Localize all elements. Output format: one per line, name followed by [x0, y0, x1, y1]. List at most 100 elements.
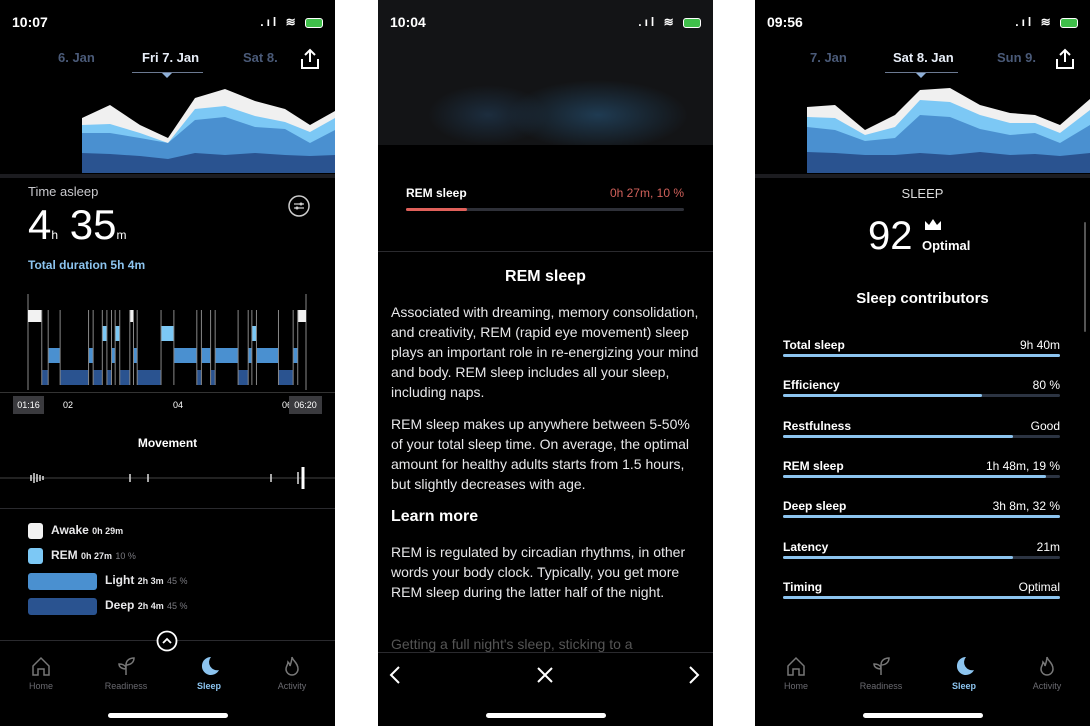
tab-current-day[interactable]: Sat 8. Jan [893, 50, 954, 65]
sleep-score-screen: 09:56 .ıl ≋ 7. Jan Sat 8. Jan Sun 9. SLE… [755, 0, 1090, 726]
info-title: REM sleep [505, 268, 586, 285]
hypnogram-segment-deep [93, 370, 103, 385]
contributor-deep-sleep[interactable]: Deep sleep 3h 8m, 32 % [783, 499, 1060, 519]
divider [0, 174, 335, 178]
hypnogram-segment-awake [28, 310, 42, 322]
collapse-chevron-up-icon[interactable] [156, 630, 178, 652]
divider [755, 174, 1090, 178]
battery-icon [1060, 17, 1078, 28]
flame-icon [1040, 656, 1054, 676]
tab-next-day[interactable]: Sun 9. [997, 50, 1036, 65]
nav-label: Home [28, 681, 53, 691]
share-icon[interactable] [1054, 48, 1076, 70]
minutes-unit: m [116, 228, 127, 242]
contributor-bar [783, 434, 1060, 438]
legend-duration: 2h 4m [137, 601, 164, 611]
nav-activity[interactable]: Activity [262, 655, 322, 691]
contributor-total-sleep[interactable]: Total sleep 9h 40m [783, 338, 1060, 357]
nav-label: Readiness [104, 681, 148, 691]
contributor-bar-fill [783, 394, 983, 398]
divider [378, 251, 713, 252]
nav-label: Activity [277, 681, 307, 691]
hypnogram-segment-light [293, 348, 298, 363]
contributor-bar [783, 394, 1060, 398]
hypnogram-segment-deep [137, 370, 162, 385]
hypnogram-segment-light [48, 348, 61, 363]
chevron-left-icon[interactable] [388, 665, 402, 685]
home-indicator [863, 713, 983, 718]
nav-readiness[interactable]: Readiness [96, 655, 156, 691]
contributor-restfulness[interactable]: Restfulness Good [783, 418, 1060, 438]
axis-tick-04: 04 [173, 400, 184, 410]
scrollbar[interactable] [1084, 222, 1086, 332]
contributor-efficiency[interactable]: Efficiency 80 % [783, 378, 1060, 398]
hypnogram-segment-deep [60, 370, 89, 385]
hypnogram-segment-rem [102, 326, 107, 341]
hypnogram-chart [27, 294, 307, 390]
legend-name: Deep [105, 598, 135, 612]
contributor-bar [783, 474, 1060, 478]
contributor-bar-fill [783, 354, 1060, 357]
nav-home[interactable]: Home [11, 655, 71, 691]
hypnogram-segment-rem [115, 326, 120, 341]
contributor-label: Total sleep [783, 338, 845, 352]
status-icons: .ıl ≋ [638, 15, 701, 29]
bottom-nav: Home Readiness Sleep Activity [0, 655, 335, 700]
contributor-label: Timing [783, 579, 823, 594]
share-icon[interactable] [299, 48, 321, 70]
nav-home[interactable]: Home [766, 655, 826, 691]
selected-indicator [162, 73, 172, 78]
tab-prev-day[interactable]: 6. Jan [58, 50, 95, 65]
status-bar: 09:56 .ıl ≋ [767, 14, 1078, 32]
hypnogram-segment-awake [129, 310, 134, 322]
hypnogram-segment-light [201, 348, 211, 363]
contributor-value: 3h 8m, 32 % [992, 499, 1060, 514]
legend-awake: Awake 0h 29m [28, 523, 123, 539]
hypnogram-segment-deep [119, 370, 130, 385]
contributor-label: Efficiency [783, 378, 840, 393]
status-bar: 10:07 .ıl ≋ [12, 14, 323, 32]
contributor-value: Optimal [1018, 579, 1060, 594]
nav-label: Activity [1032, 681, 1062, 691]
paragraph: REM is regulated by circadian rhythms, i… [391, 544, 686, 600]
nav-sleep[interactable]: Sleep [934, 655, 994, 691]
learn-more-heading: Learn more [391, 508, 479, 525]
adjust-settings-icon[interactable] [287, 194, 311, 218]
trend-area-chart [82, 89, 335, 173]
movement-label: Movement [137, 436, 198, 450]
trend-area-chart [807, 88, 1090, 173]
status-icons: .ıl ≋ [1015, 15, 1078, 29]
paragraph: REM sleep makes up anywhere between 5-50… [391, 416, 690, 492]
legend-rem: REM 0h 27m 10 % [28, 548, 136, 564]
rem-label: REM sleep [406, 186, 467, 200]
nav-sleep[interactable]: Sleep [179, 655, 239, 691]
home-icon [787, 656, 805, 676]
divider [0, 508, 335, 509]
contributor-bar [783, 555, 1060, 559]
contributor-rem-sleep[interactable]: REM sleep 1h 48m, 19 % [783, 459, 1060, 478]
legend-light: Light 2h 3m 45 % [28, 573, 188, 590]
date-tabs: 6. Jan Fri 7. Jan Sat 8. [0, 50, 335, 78]
nav-readiness[interactable]: Readiness [851, 655, 911, 691]
nav-activity[interactable]: Activity [1017, 655, 1077, 691]
contributors-title: Sleep contributors [856, 290, 989, 307]
hypnogram-segment-deep [106, 370, 112, 385]
hypnogram-segment-rem [251, 326, 257, 341]
hypnogram-segment-light [248, 348, 252, 363]
moon-icon [956, 656, 974, 675]
close-icon[interactable] [536, 666, 554, 684]
time-asleep-value: 4h 35m [28, 203, 126, 257]
contributor-label: Restfulness [783, 418, 852, 433]
tab-prev-day[interactable]: 7. Jan [810, 50, 847, 65]
nav-label: Readiness [859, 681, 903, 691]
tab-current-day[interactable]: Fri 7. Jan [142, 50, 199, 65]
chevron-right-icon[interactable] [687, 665, 701, 685]
contributor-bar-fill [783, 595, 1060, 599]
contributor-latency[interactable]: Latency 21m [783, 540, 1060, 559]
contributor-bar-fill [783, 434, 1013, 438]
hypnogram-segment-deep [238, 370, 249, 385]
contributor-timing[interactable]: Timing Optimal [783, 579, 1060, 599]
hypnogram-segment-deep [210, 370, 216, 385]
contributor-bar-fill [783, 474, 1047, 478]
tab-next-day[interactable]: Sat 8. [243, 50, 278, 65]
